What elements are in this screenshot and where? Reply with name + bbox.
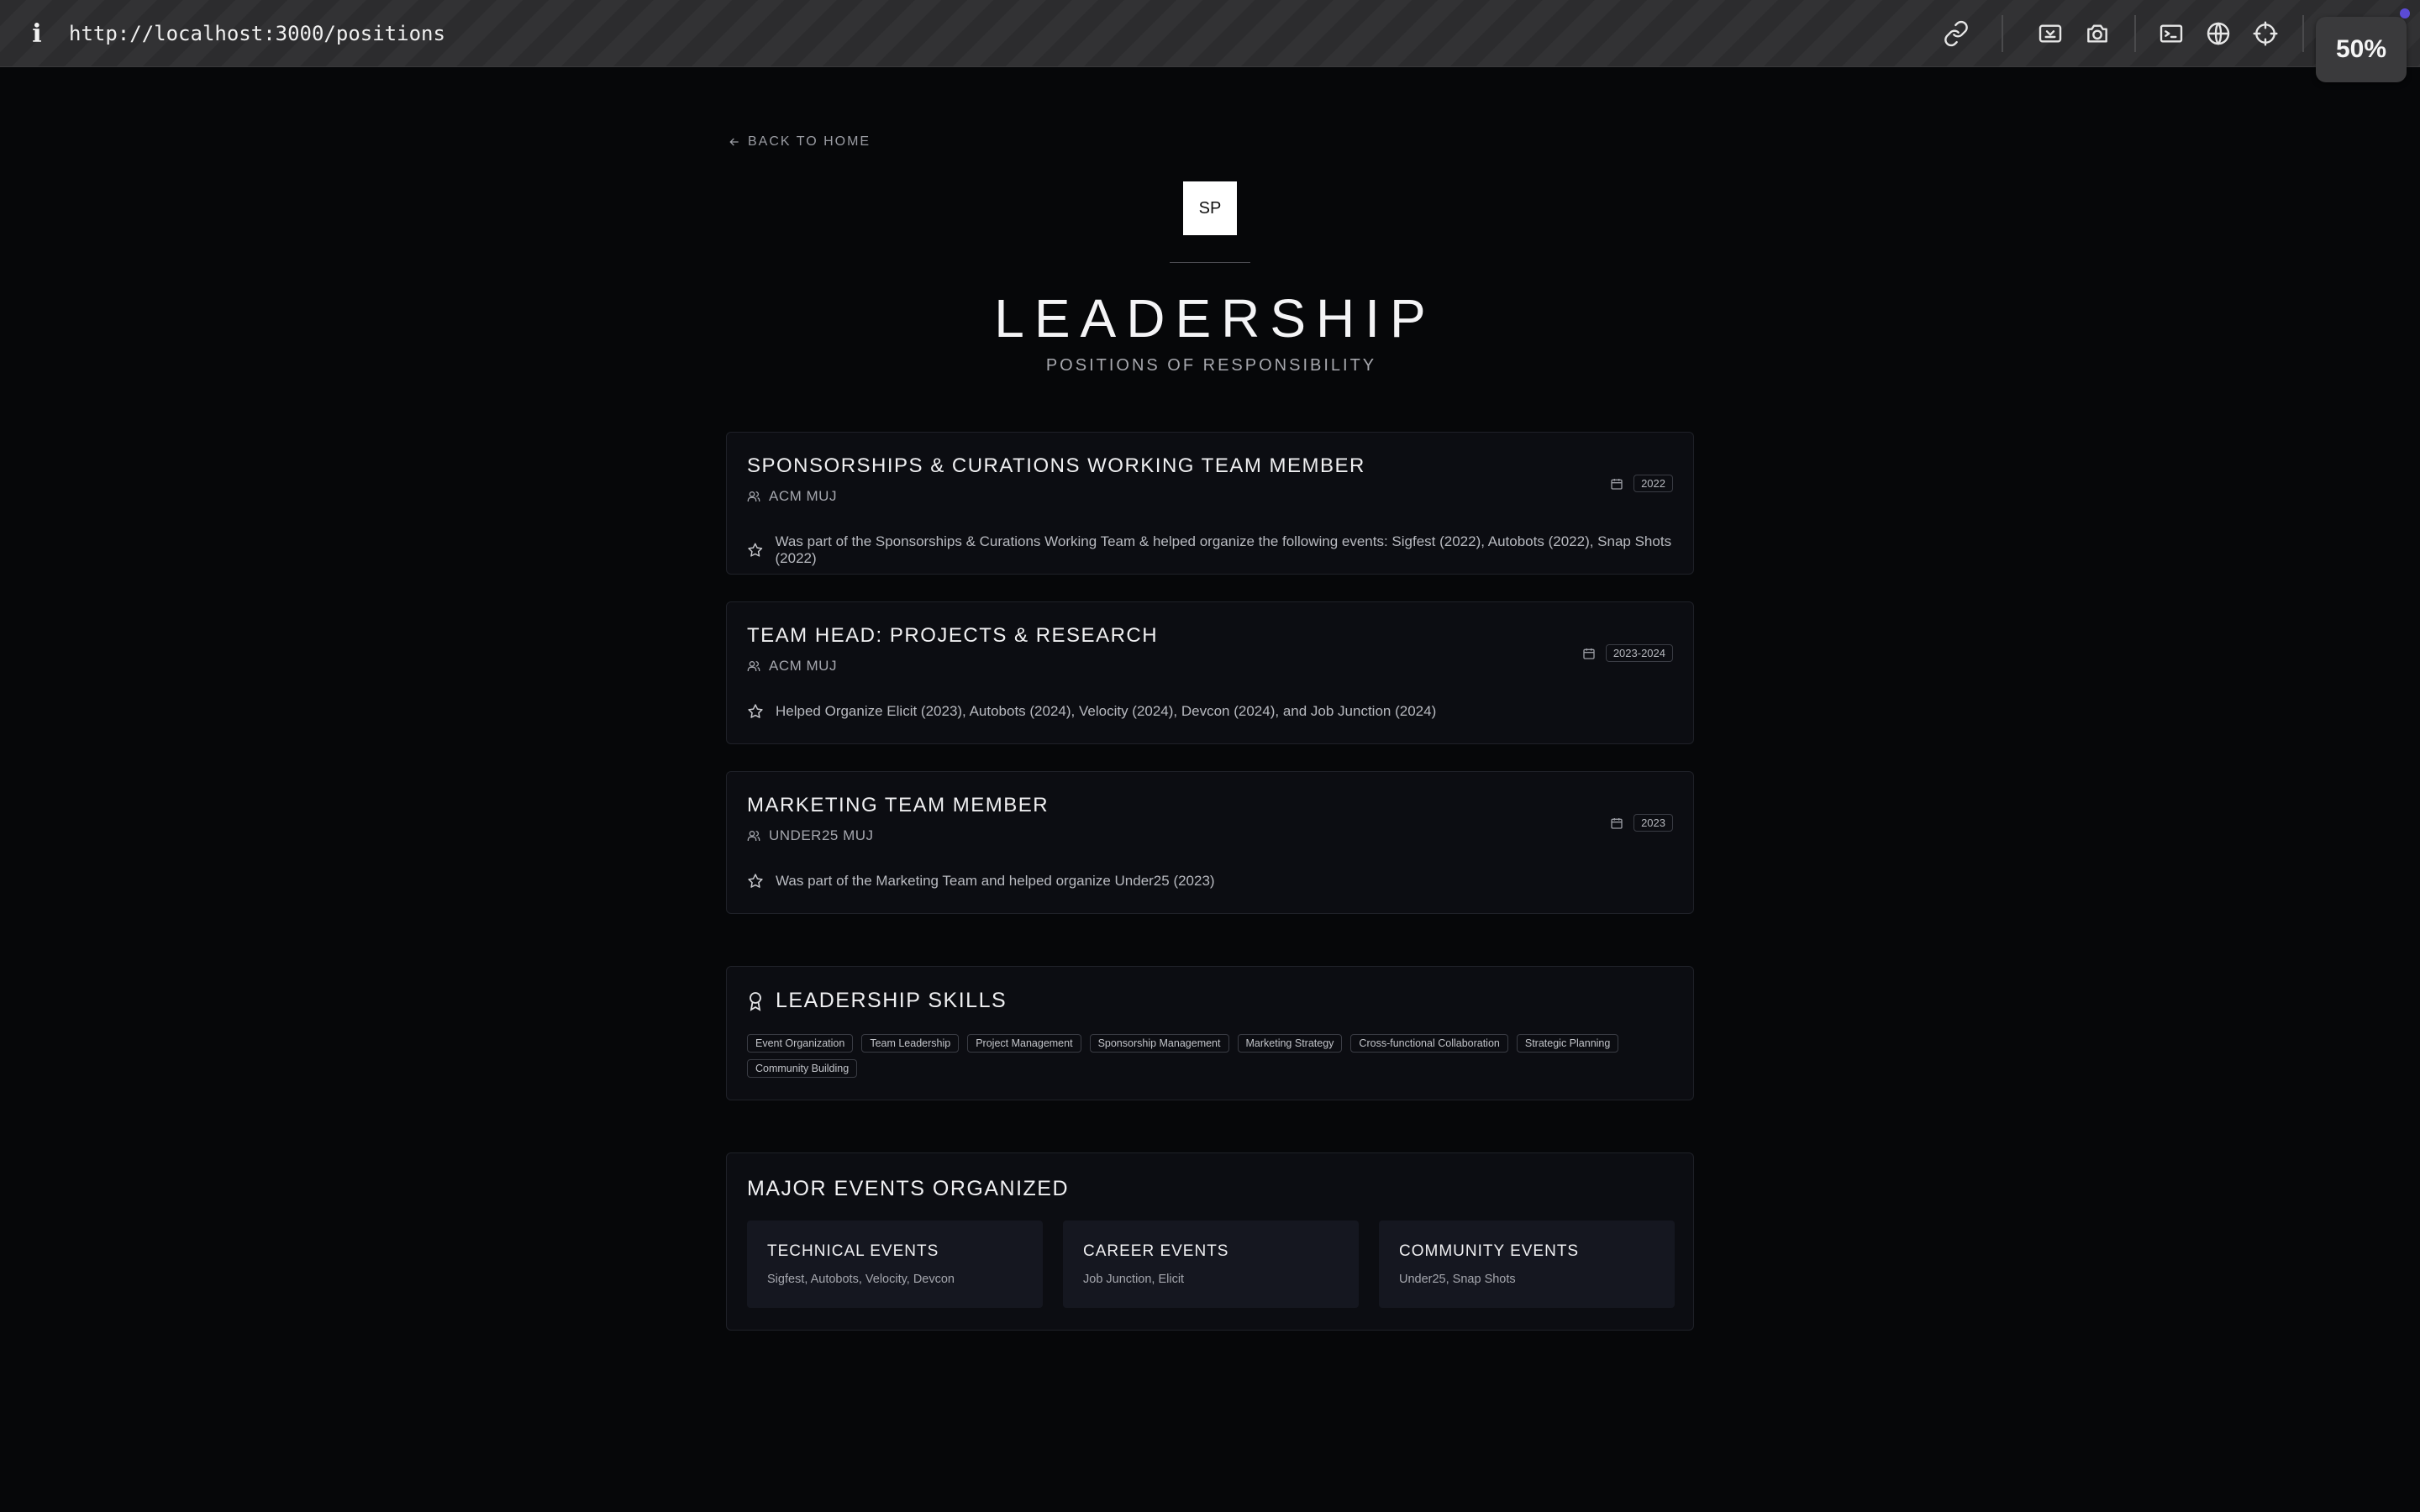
event-group-list: Under25, Snap Shots bbox=[1399, 1273, 1516, 1286]
toolbar-divider bbox=[2134, 15, 2136, 52]
skills-tag-list: Event Organization Team Leadership Proje… bbox=[747, 1034, 1671, 1078]
position-description-text: Was part of the Marketing Team and helpe… bbox=[776, 873, 1215, 889]
event-group-career: CAREER EVENTS Job Junction, Elicit bbox=[1063, 1221, 1359, 1308]
skills-heading: LEADERSHIP SKILLS bbox=[747, 989, 1007, 1013]
position-description: Was part of the Sponsorships & Curations… bbox=[747, 533, 1693, 567]
link-icon[interactable] bbox=[1941, 18, 1971, 49]
position-org: UNDER25 MUJ bbox=[747, 827, 874, 844]
position-description: Was part of the Marketing Team and helpe… bbox=[747, 873, 1215, 890]
position-org: ACM MUJ bbox=[747, 658, 837, 675]
date-badge: 2023 bbox=[1634, 814, 1673, 832]
divider bbox=[1170, 262, 1250, 263]
event-group-name: CAREER EVENTS bbox=[1083, 1242, 1229, 1260]
toolbar-divider bbox=[2002, 15, 2003, 52]
position-card: TEAM HEAD: PROJECTS & RESEARCH ACM MUJ 2… bbox=[726, 601, 1694, 744]
date-badge: 2022 bbox=[1634, 475, 1673, 492]
arrow-left-icon bbox=[729, 138, 739, 146]
event-group-community: COMMUNITY EVENTS Under25, Snap Shots bbox=[1379, 1221, 1675, 1308]
address-bar[interactable]: http://localhost:3000/positions bbox=[69, 18, 445, 49]
zoom-level-badge[interactable]: 50% bbox=[2316, 17, 2407, 82]
users-icon bbox=[747, 491, 760, 501]
back-label: BACK TO HOME bbox=[748, 134, 871, 149]
event-group-list: Sigfest, Autobots, Velocity, Devcon bbox=[767, 1273, 955, 1286]
skill-tag: Strategic Planning bbox=[1516, 1034, 1619, 1053]
position-card: SPONSORSHIPS & CURATIONS WORKING TEAM ME… bbox=[726, 432, 1694, 575]
skill-tag: Sponsorship Management bbox=[1089, 1034, 1229, 1053]
skill-tag: Team Leadership bbox=[861, 1034, 960, 1053]
skill-tag: Event Organization bbox=[747, 1034, 854, 1053]
calendar-icon bbox=[1611, 817, 1623, 829]
camera-icon[interactable] bbox=[2082, 18, 2112, 49]
position-description-text: Helped Organize Elicit (2023), Autobots … bbox=[776, 703, 1437, 719]
page-title: LEADERSHIP bbox=[994, 288, 1436, 349]
users-icon bbox=[747, 831, 760, 841]
crosshair-icon[interactable] bbox=[2250, 18, 2281, 49]
position-title: MARKETING TEAM MEMBER bbox=[747, 794, 1050, 816]
notification-dot bbox=[2400, 8, 2410, 18]
events-card: MAJOR EVENTS ORGANIZED TECHNICAL EVENTS … bbox=[726, 1152, 1694, 1331]
skills-card: LEADERSHIP SKILLS Event Organization Tea… bbox=[726, 966, 1694, 1100]
events-heading: MAJOR EVENTS ORGANIZED bbox=[747, 1177, 1070, 1200]
globe-icon[interactable] bbox=[2203, 18, 2233, 49]
event-group-technical: TECHNICAL EVENTS Sigfest, Autobots, Velo… bbox=[747, 1221, 1043, 1308]
browser-toolbar: i http://localhost:3000/positions bbox=[0, 0, 2420, 67]
star-icon bbox=[748, 874, 763, 888]
position-title: TEAM HEAD: PROJECTS & RESEARCH bbox=[747, 624, 1159, 647]
position-date: 2023 bbox=[1610, 814, 1673, 832]
position-org-label: UNDER25 MUJ bbox=[769, 827, 874, 843]
position-description: Helped Organize Elicit (2023), Autobots … bbox=[747, 703, 1436, 720]
event-group-name: COMMUNITY EVENTS bbox=[1399, 1242, 1580, 1260]
skill-tag: Cross-functional Collaboration bbox=[1350, 1034, 1508, 1053]
position-title: SPONSORSHIPS & CURATIONS WORKING TEAM ME… bbox=[747, 454, 1365, 477]
skill-tag: Community Building bbox=[747, 1059, 858, 1078]
logo: SP bbox=[1183, 181, 1237, 235]
skills-title: LEADERSHIP SKILLS bbox=[776, 989, 1007, 1012]
position-org-label: ACM MUJ bbox=[769, 658, 837, 674]
position-card: MARKETING TEAM MEMBER UNDER25 MUJ 2023 W… bbox=[726, 771, 1694, 914]
toolbar-divider bbox=[2302, 15, 2304, 52]
position-org-label: ACM MUJ bbox=[769, 488, 837, 504]
award-icon bbox=[750, 991, 761, 1011]
page-subtitle: POSITIONS OF RESPONSIBILITY bbox=[1045, 356, 1377, 375]
calendar-icon bbox=[1611, 478, 1623, 490]
event-group-name: TECHNICAL EVENTS bbox=[767, 1242, 939, 1260]
star-icon bbox=[748, 704, 763, 718]
event-group-list: Job Junction, Elicit bbox=[1083, 1273, 1185, 1286]
calendar-icon bbox=[1583, 648, 1595, 659]
position-org: ACM MUJ bbox=[747, 488, 837, 505]
screenshot-region-icon[interactable] bbox=[2035, 18, 2065, 49]
back-to-home-link[interactable]: BACK TO HOME bbox=[728, 134, 871, 150]
position-date: 2022 bbox=[1610, 475, 1673, 492]
skill-tag: Project Management bbox=[967, 1034, 1081, 1053]
skill-tag: Marketing Strategy bbox=[1237, 1034, 1343, 1053]
date-badge: 2023-2024 bbox=[1605, 644, 1673, 662]
terminal-icon[interactable] bbox=[2156, 18, 2186, 49]
star-icon bbox=[748, 543, 763, 557]
position-description-text: Was part of the Sponsorships & Curations… bbox=[775, 533, 1672, 566]
position-date: 2023-2024 bbox=[1582, 644, 1673, 662]
users-icon bbox=[747, 661, 760, 671]
info-icon[interactable]: i bbox=[29, 17, 45, 50]
